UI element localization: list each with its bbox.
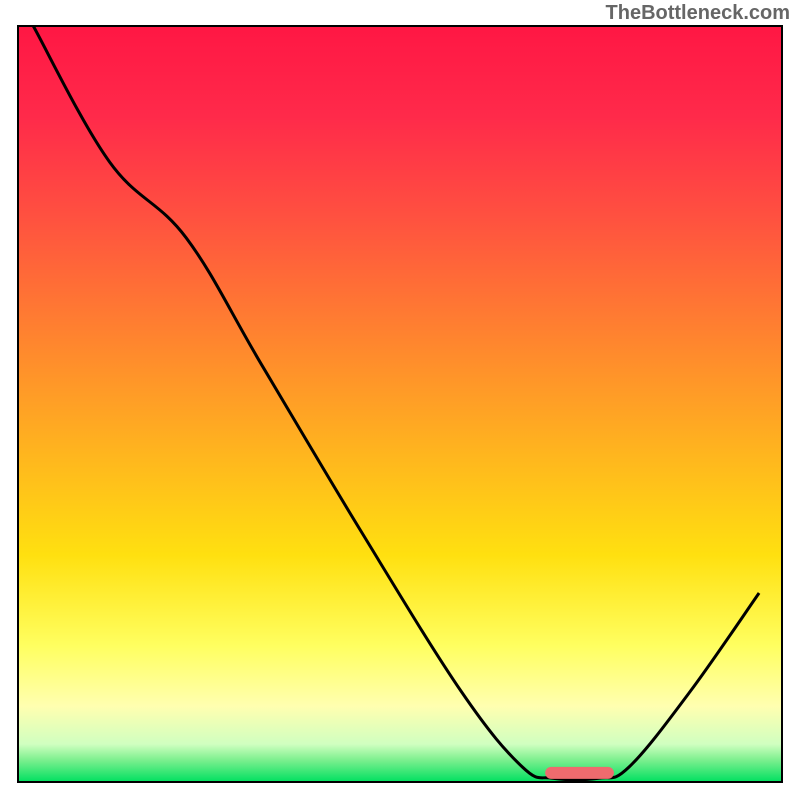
optimal-marker (545, 767, 614, 779)
chart-container: TheBottleneck.com (0, 0, 800, 800)
watermark-text: TheBottleneck.com (606, 2, 790, 25)
bottleneck-chart (0, 0, 800, 800)
plot-background (18, 26, 782, 782)
